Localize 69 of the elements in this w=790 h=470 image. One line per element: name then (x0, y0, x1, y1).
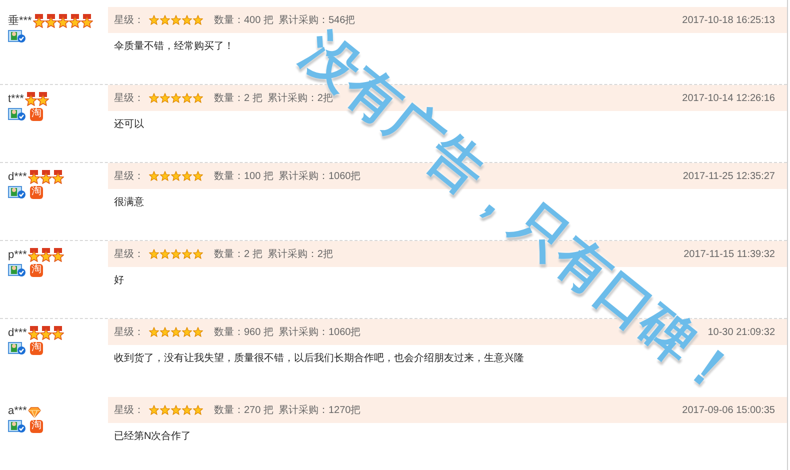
review-comment: 好 (113, 274, 125, 288)
review-time: 2017-10-18 16:25:13 (682, 14, 775, 28)
review-comment: 很满意 (113, 196, 145, 210)
star-icon (160, 171, 170, 181)
quantity-text: 数量：270 把 (214, 404, 274, 418)
taobao-badge: 淘 (30, 186, 43, 198)
rating-label: 星级： (114, 248, 144, 262)
star-icon (171, 171, 181, 181)
star-icon (160, 327, 170, 337)
username: 垂*** (8, 14, 32, 28)
star-icon (149, 405, 159, 415)
quantity-text: 数量：960 把 (214, 326, 274, 340)
star-icon (160, 405, 170, 415)
star-icon (182, 15, 192, 25)
star-icon (171, 327, 181, 337)
rating-label: 星级： (114, 14, 144, 28)
quantity-text: 数量：2 把 (214, 92, 262, 106)
star-icon (149, 15, 159, 25)
star-icon (171, 249, 181, 259)
username: t*** (8, 92, 24, 106)
star-icon (160, 15, 170, 25)
username: d*** (8, 170, 27, 184)
star-icon (182, 171, 192, 181)
taobao-badge: 淘 (30, 342, 43, 354)
star-icon (193, 249, 203, 259)
star-icon (171, 93, 181, 103)
username: a*** (8, 404, 27, 418)
review-time: 2017-11-25 12:35:27 (682, 170, 775, 184)
star-icon (182, 327, 192, 337)
star-icon (193, 93, 203, 103)
taobao-badge: 淘 (30, 420, 43, 432)
total-purchase-text: 累计采购：2把 (267, 248, 333, 262)
quantity-text: 数量：100 把 (214, 170, 274, 184)
star-icon (149, 249, 159, 259)
star-icon (182, 93, 192, 103)
review-comment: 已经第N次合作了 (113, 430, 192, 444)
review-time: 2017-10-14 12:26:16 (682, 92, 775, 106)
star-icon (182, 405, 192, 415)
star-icon (160, 249, 170, 259)
taobao-badge: 淘 (30, 264, 43, 276)
quantity-text: 数量：400 把 (214, 14, 274, 28)
star-icon (193, 327, 203, 337)
total-purchase-text: 累计采购：1060把 (278, 170, 361, 184)
star-icon (149, 171, 159, 181)
total-purchase-text: 累计采购：1060把 (278, 326, 361, 340)
rating-label: 星级： (114, 404, 144, 418)
star-icon (193, 405, 203, 415)
quantity-text: 数量：2 把 (214, 248, 262, 262)
review-comment: 伞质量不错，经常购买了！ (113, 40, 235, 54)
star-icon (193, 171, 203, 181)
star-icon (171, 405, 181, 415)
review-time: 2017-09-06 15:00:35 (682, 404, 775, 418)
review-time: 2017-11-15 11:39:32 (684, 248, 775, 262)
review-comment: 收到货了，没有让我失望，质量很不错，以后我们长期合作吧，也会介绍朋友过来，生意兴隆 (113, 352, 525, 366)
rating-label: 星级： (114, 326, 144, 340)
star-icon (182, 249, 192, 259)
star-icon (171, 15, 181, 25)
taobao-badge: 淘 (30, 108, 43, 120)
star-icon (193, 15, 203, 25)
star-icon (160, 93, 170, 103)
rating-label: 星级： (114, 92, 144, 106)
star-icon (149, 93, 159, 103)
rating-label: 星级： (114, 170, 144, 184)
star-icon (149, 327, 159, 337)
total-purchase-text: 累计采购：546把 (278, 14, 356, 28)
username: p*** (8, 248, 27, 262)
total-purchase-text: 累计采购：1270把 (278, 404, 361, 418)
review-time: 10-30 21:09:32 (708, 326, 775, 340)
username: d*** (8, 326, 27, 340)
